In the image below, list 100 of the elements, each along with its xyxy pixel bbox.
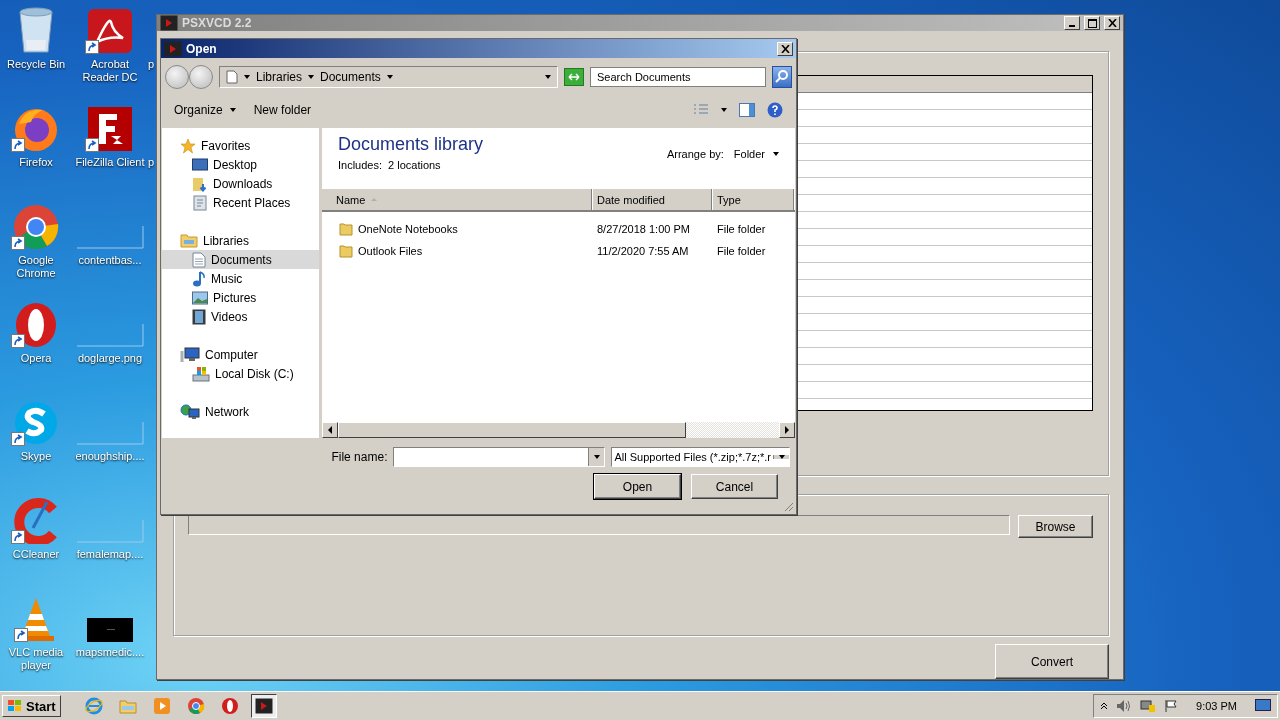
folder-icon	[339, 244, 353, 258]
nav-item[interactable]: Favorites	[162, 136, 319, 155]
date-cell-text: 8/27/2018 1:00 PM	[596, 223, 691, 235]
shortcut-arrow-icon	[11, 530, 25, 544]
monitor-icon	[192, 157, 208, 172]
maximize-icon	[1087, 18, 1097, 28]
icon-label: VLC media player	[7, 646, 65, 672]
nav-item[interactable]: Documents	[162, 250, 319, 269]
recycle-bin-icon	[16, 6, 56, 54]
document-icon	[226, 70, 238, 84]
library-folder-icon	[180, 233, 198, 248]
title-bar: PSXVCD 2.2	[157, 15, 1123, 31]
dialog-button[interactable]: Cancel	[691, 474, 778, 499]
help-icon[interactable]	[767, 102, 783, 118]
nav-item[interactable]: Desktop	[162, 155, 319, 174]
filezilla-icon	[87, 106, 133, 152]
locations-link[interactable]: 2 locations	[388, 159, 441, 171]
column-header[interactable]: Type	[713, 189, 795, 210]
shortcut-arrow-icon	[85, 40, 99, 54]
shortcut-arrow-icon	[11, 138, 25, 152]
opera-icon	[13, 302, 59, 348]
shortcut-arrow-icon	[85, 138, 99, 152]
breadcrumb-item[interactable]: Documents	[320, 70, 381, 84]
preview-pane-icon[interactable]	[739, 103, 755, 117]
browse-button[interactable]: Browse	[1018, 515, 1093, 538]
video-thumbnail-icon	[87, 618, 133, 642]
icon-label: Firefox	[19, 156, 53, 169]
dialog-button[interactable]: Open	[594, 474, 681, 499]
icon-label: FileZilla Client	[75, 156, 145, 169]
horizontal-scrollbar[interactable]	[322, 422, 795, 438]
film-strip-icon	[192, 308, 206, 325]
forward-button[interactable]	[189, 65, 213, 89]
firefox-icon	[13, 106, 59, 152]
address-bar[interactable]: Libraries Documents	[219, 66, 558, 88]
arrows-icon	[568, 71, 580, 82]
search-field[interactable]: Search Documents	[590, 67, 766, 87]
icon-label: CCleaner	[12, 548, 60, 561]
nav-item[interactable]: Local Disk (C:)	[162, 364, 319, 383]
icon-label: femalemap....	[76, 548, 144, 561]
ccleaner-icon	[13, 498, 59, 544]
toolbar-button[interactable]: Organize	[174, 103, 236, 117]
search-icon	[775, 68, 789, 83]
search-button[interactable]	[772, 66, 792, 88]
column-header[interactable]: Name	[322, 189, 593, 210]
nav-item[interactable]: Downloads	[162, 174, 319, 193]
nav-item[interactable]: Music	[162, 269, 319, 288]
star-icon	[180, 137, 196, 154]
music-note-icon	[192, 270, 206, 287]
icon-label: doglarge.png	[77, 352, 143, 365]
back-button[interactable]	[165, 65, 189, 89]
library-title: Documents library	[338, 134, 484, 155]
convert-button[interactable]: Convert	[995, 644, 1109, 679]
windows-logo-icon	[7, 699, 23, 713]
clock[interactable]: 9:03 PM	[1196, 700, 1237, 712]
close-icon	[780, 44, 790, 53]
breadcrumb-item[interactable]: Libraries	[256, 70, 303, 84]
title-bar: Open	[161, 39, 796, 58]
file-type-dropdown[interactable]: All Supported Files (*.zip;*.7z;*.r	[611, 447, 790, 467]
file-row[interactable]: OneNote Notebooks 8/27/2018 1:00 PM File folder	[322, 218, 795, 240]
close-icon	[1107, 19, 1117, 27]
file-name-field[interactable]	[393, 447, 606, 467]
file-thumbnail-icon	[75, 518, 145, 544]
date-cell-text: 11/2/2020 7:55 AM	[596, 245, 690, 257]
nav-item[interactable]: Videos	[162, 307, 319, 326]
resize-grip-icon[interactable]	[784, 502, 794, 512]
speaker-icon[interactable]	[1116, 699, 1133, 713]
nav-item[interactable]: Computer	[162, 345, 319, 364]
chrome-icon	[13, 204, 59, 250]
column-header[interactable]: Date modified	[593, 189, 713, 210]
arrange-dropdown[interactable]: Folder	[733, 148, 779, 160]
file-thumbnail-icon	[75, 322, 145, 348]
icon-label: Recycle Bin	[6, 58, 66, 71]
refresh-button[interactable]	[564, 68, 584, 86]
path-field[interactable]	[188, 515, 1010, 535]
chevron-up-icon[interactable]	[1100, 702, 1109, 710]
nav-item[interactable]: Pictures	[162, 288, 319, 307]
type-cell-text: File folder	[716, 223, 767, 235]
toolbar-button[interactable]: New folder	[253, 103, 312, 117]
network-icon[interactable]	[1140, 699, 1157, 713]
close-button[interactable]	[777, 41, 793, 56]
file-row[interactable]: Outlook Files 11/2/2020 7:55 AM File folder	[322, 240, 795, 262]
show-desktop-icon[interactable]	[1255, 699, 1271, 713]
file-thumbnail-icon	[75, 420, 145, 446]
document-icon	[192, 251, 206, 268]
nav-item[interactable]: Network	[162, 402, 319, 421]
icon-label: p	[148, 58, 155, 71]
arrange-label: Arrange by:	[666, 148, 724, 160]
start-button[interactable]: Start	[2, 695, 61, 717]
icon-label: Google Chrome	[15, 254, 57, 280]
download-folder-icon	[192, 175, 208, 192]
flag-icon[interactable]	[1164, 699, 1179, 713]
recent-places-icon	[192, 194, 208, 211]
network-icon	[180, 403, 200, 420]
nav-item[interactable]: Recent Places	[162, 193, 319, 212]
shortcut-arrow-icon	[14, 628, 28, 642]
type-cell-text: File folder	[716, 245, 767, 257]
nav-item[interactable]: Libraries	[162, 231, 319, 250]
sort-arrow-icon	[371, 198, 378, 201]
shortcut-arrow-icon	[11, 432, 25, 446]
includes-label: Includes:	[338, 159, 383, 171]
